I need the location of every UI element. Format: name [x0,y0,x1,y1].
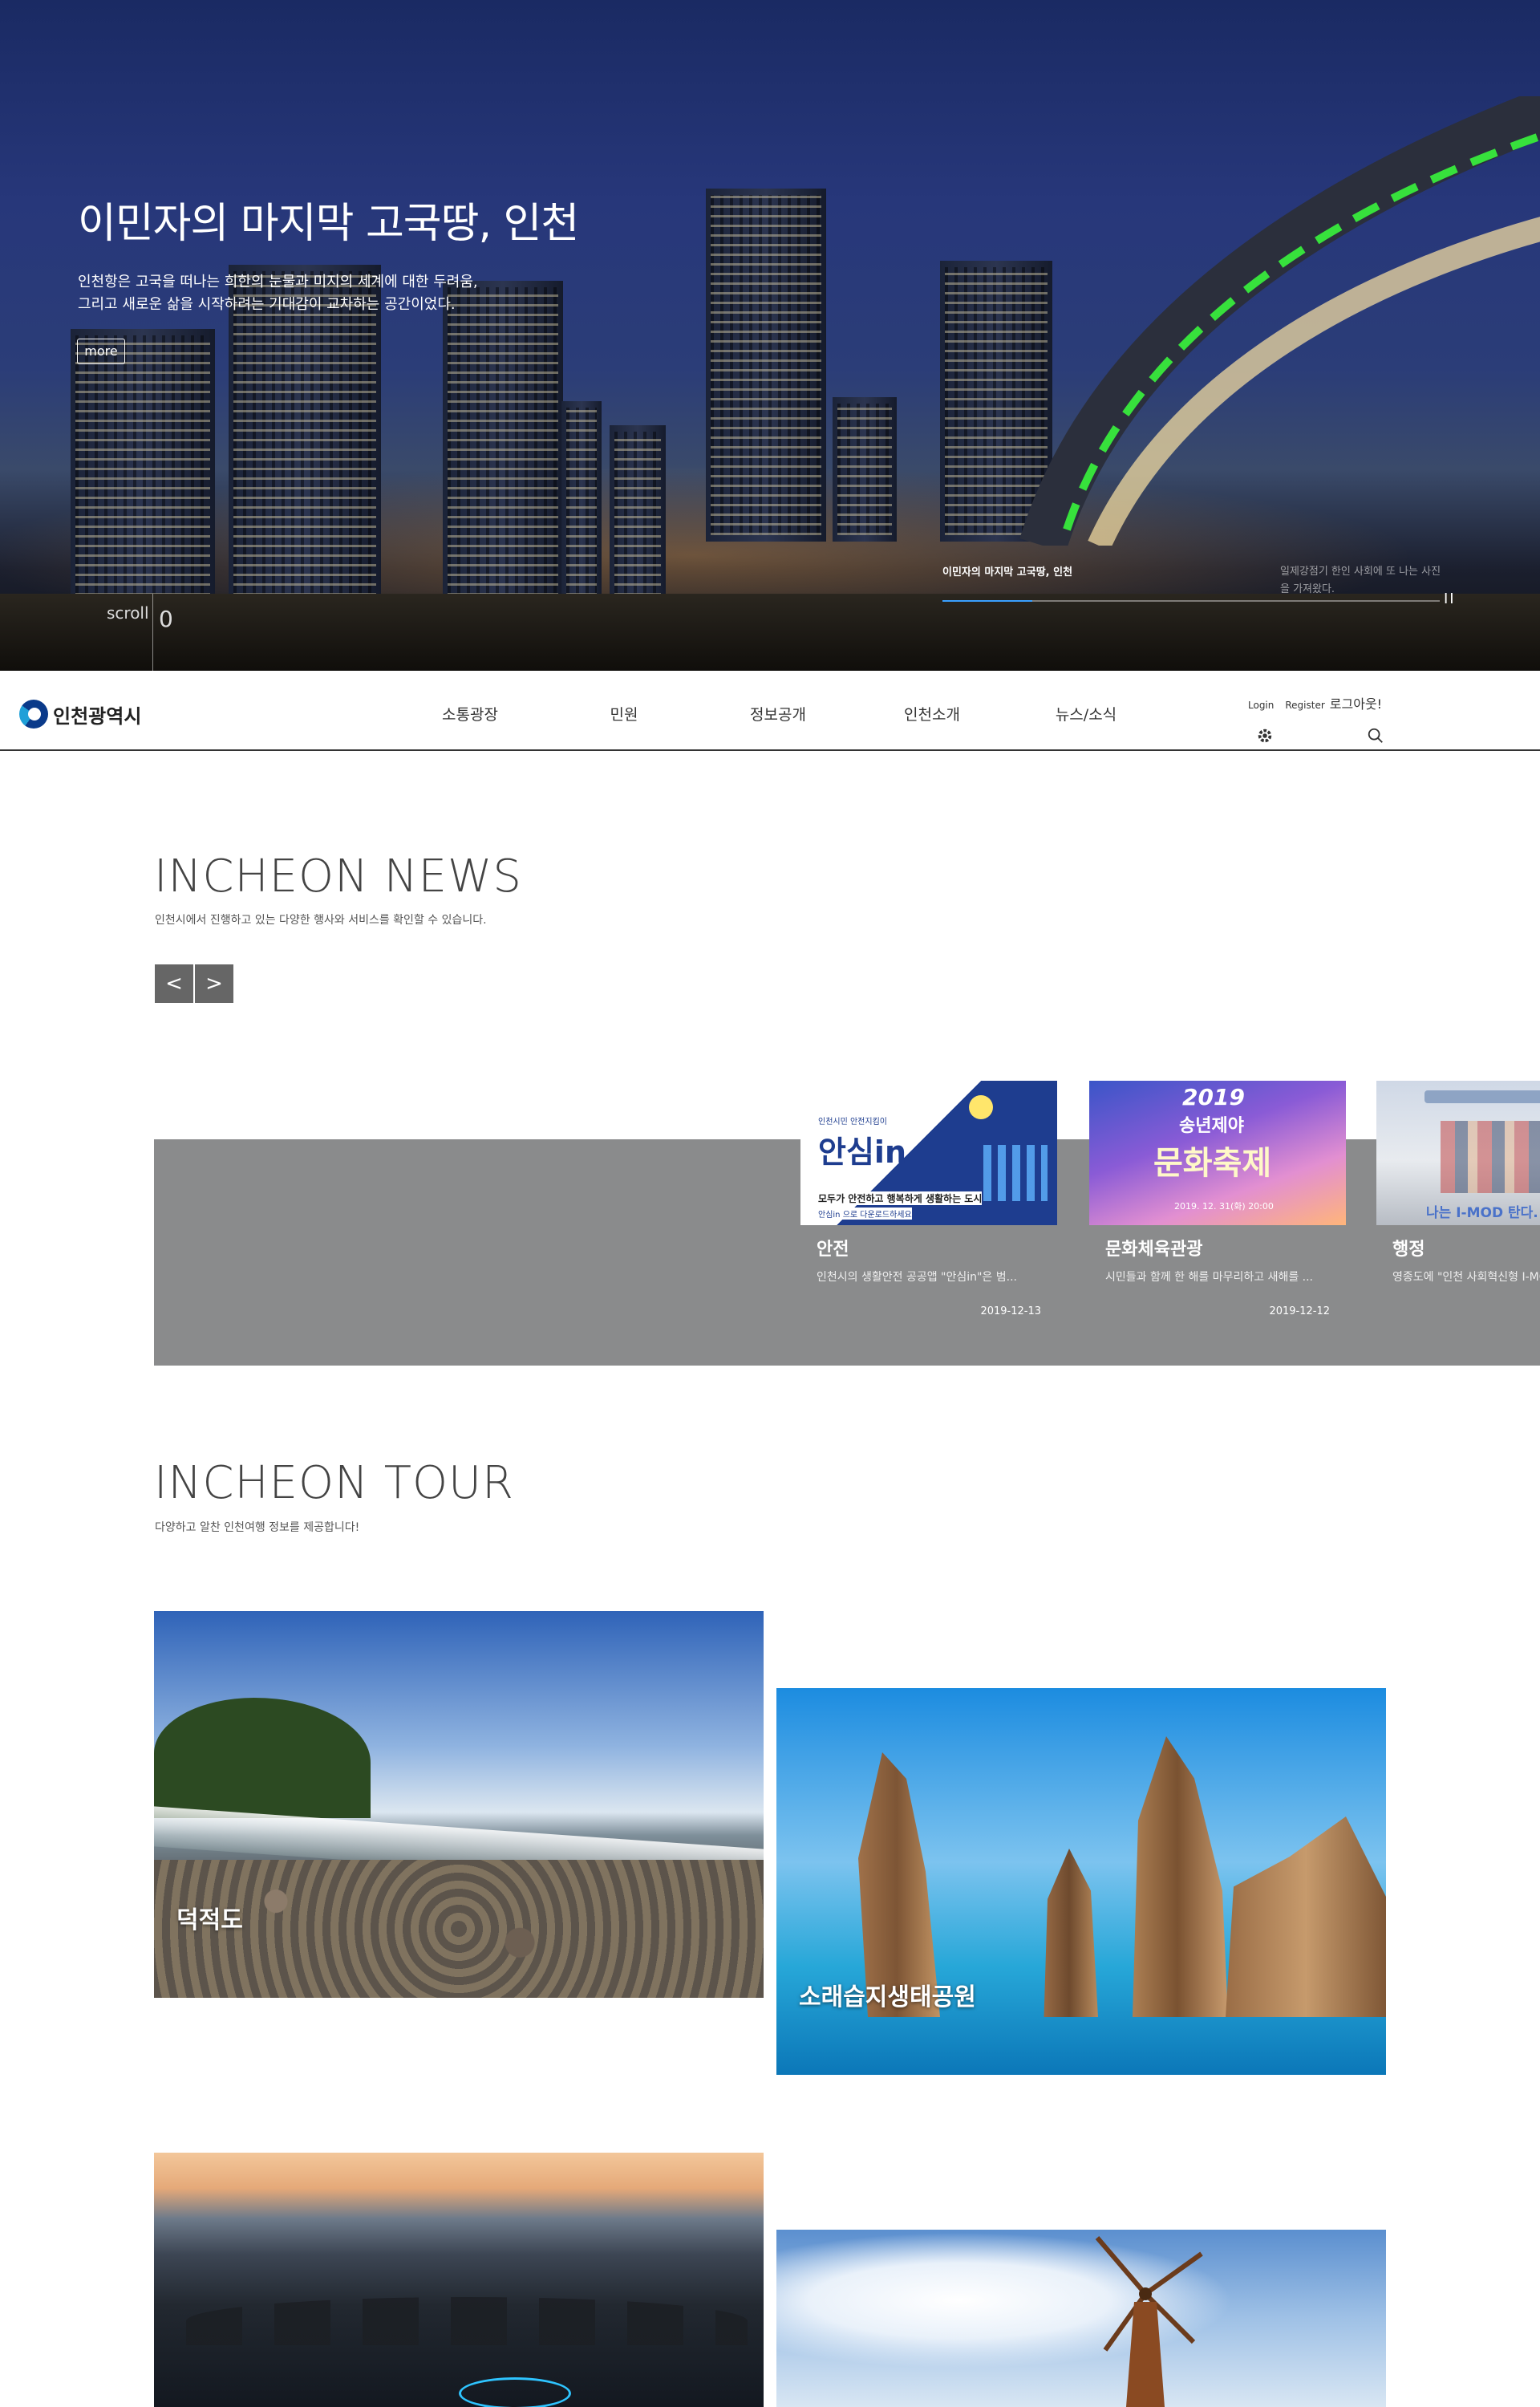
hero-tower [561,401,602,602]
news-date: 2019-12-13 [980,1305,1041,1317]
scroll-label: scroll [107,603,149,623]
hero-title: 이민자의 마지막 고국땅, 인천 [78,200,579,248]
register-link[interactable]: Register [1285,700,1324,711]
logo-mark-icon [19,700,48,729]
news-card[interactable]: 2019 송년제야 문화축제 2019. 12. 31(화) 20:00 문화체… [1089,1081,1346,1317]
scroll-number: 0 [159,606,173,632]
pause-button[interactable]: II [1444,591,1456,607]
news-category: 안전 [817,1240,849,1260]
hero-desc-line: 인천항은 고국을 떠나는 희한의 눈물과 미지의 세계에 대한 두려움, [78,274,478,290]
tour-image-pool [459,2377,571,2407]
hero-desc-line: 그리고 새로운 삶을 시작하려는 기대감이 교차하는 공간이었다. [78,296,456,313]
tour-card[interactable] [776,2230,1386,2407]
logout-link[interactable]: 로그아웃! [1330,693,1382,712]
thumb-date: 2019. 12. 31(화) 20:00 [1174,1201,1274,1212]
news-summary: 인천시의 생활안전 공공앱 "안심in"은 범... [817,1271,1017,1284]
thumb-line: 안심in 으로 다운로드하세요 [818,1208,912,1220]
hero-tower [443,281,563,602]
hero-description: 인천항은 고국을 떠나는 희한의 눈물과 미지의 세계에 대한 두려움, 그리고… [78,271,559,316]
nav-item-civil-affairs[interactable]: 민원 [547,703,701,725]
utility-links: Login Register 로그아웃! [1248,693,1382,712]
news-arrows: < > [154,964,234,1004]
thumb-people [1441,1121,1540,1193]
hero-tower [833,397,897,542]
hero-water [0,594,1540,671]
login-link[interactable]: Login [1248,700,1274,711]
moon-icon [969,1095,993,1119]
thumb-sign: 나는 I-MOD 탄다. [1426,1205,1538,1221]
main-nav: 소통광장 민원 정보공개 인천소개 뉴스/소식 [393,703,1163,725]
news-thumbnail: 2019 송년제야 문화축제 2019. 12. 31(화) 20:00 [1089,1081,1346,1225]
hero-tower [71,329,215,602]
tour-image-umbrellas [186,2297,748,2345]
thumb-main: 문화축제 [1153,1145,1272,1182]
thumb-shelter [1424,1090,1540,1103]
news-section-desc: 인천시에서 진행하고 있는 다양한 행사와 서비스를 확인할 수 있습니다. [155,914,487,927]
news-card[interactable]: 나는 I-MOD 탄다. 행정 영종도에 "인천 사회혁신형 I-MOD" [1376,1081,1540,1305]
nav-item-about[interactable]: 인천소개 [855,703,1009,725]
windmill-icon [1095,2236,1203,2407]
hero-banner: 이민자의 마지막 고국땅, 인천 인천항은 고국을 떠나는 희한의 눈물과 미지… [0,0,1540,671]
gear-icon[interactable] [1256,727,1274,745]
thumb-city [983,1145,1048,1201]
news-thumbnail: 인천시민 안전지킴이 안심in 모두가 안전하고 행복하게 생활하는 도시 안심… [800,1081,1057,1225]
tour-label: 소래습지생태공원 [799,1983,976,2011]
thumb-title: 안심in [818,1134,906,1170]
tour-card[interactable]: 덕적도 [154,1611,764,1998]
tour-image-sunset [154,2153,764,2407]
scroll-line [152,594,153,671]
news-prev-button[interactable]: < [154,964,194,1004]
thumb-title: 송년제야 [1179,1116,1244,1136]
news-next-button[interactable]: > [194,964,234,1004]
tour-section-desc: 다양하고 알찬 인천여행 정보를 제공합니다! [155,1521,360,1534]
thumb-year: 2019 [1182,1084,1245,1110]
news-summary: 시민들과 함께 한 해를 마무리하고 새해를 ... [1105,1271,1314,1284]
slide-progress-fill [942,600,1032,602]
hero-tower [610,425,666,602]
tour-card[interactable]: 소래습지생태공원 [776,1688,1386,2075]
slide-progress-bar [942,600,1440,602]
tour-label: 덕적도 [176,1906,243,1934]
news-thumbnail: 나는 I-MOD 탄다. [1376,1081,1540,1225]
site-header: 인천광역시 소통광장 민원 정보공개 인천소개 뉴스/소식 Login Regi… [0,671,1540,751]
hero-tower [706,189,826,542]
news-card[interactable]: 인천시민 안전지킴이 안심in 모두가 안전하고 행복하게 생활하는 도시 안심… [800,1081,1057,1317]
thumb-line: 모두가 안전하고 행복하게 생활하는 도시 [818,1191,983,1205]
news-date: 2019-12-12 [1269,1305,1330,1317]
logo-text: 인천광역시 [53,704,142,728]
news-category: 행정 [1392,1240,1425,1260]
nav-item-information[interactable]: 정보공개 [701,703,855,725]
more-button[interactable]: more [77,339,125,364]
tour-section-title: INCHEON TOUR [154,1457,514,1509]
nav-item-news[interactable]: 뉴스/소식 [1009,703,1163,725]
news-summary: 영종도에 "인천 사회혁신형 I-MOD" [1392,1271,1540,1284]
tour-card[interactable] [154,2153,764,2407]
slide-caption-next[interactable]: 일제강점기 한인 사회에 또 나는 사진을 가져왔다. [1280,563,1449,599]
search-icon[interactable] [1367,727,1384,745]
news-section-title: INCHEON NEWS [154,850,522,903]
news-category: 문화체육관광 [1105,1240,1203,1260]
thumb-small-text: 인천시민 안전지킴이 [818,1118,887,1126]
site-logo[interactable]: 인천광역시 [19,700,141,729]
tour-image-pebbles [154,1860,764,1998]
slide-caption-current[interactable]: 이민자의 마지막 고국땅, 인천 [942,563,1072,578]
hero-bridge [1019,96,1540,546]
nav-item-communication[interactable]: 소통광장 [393,703,547,725]
